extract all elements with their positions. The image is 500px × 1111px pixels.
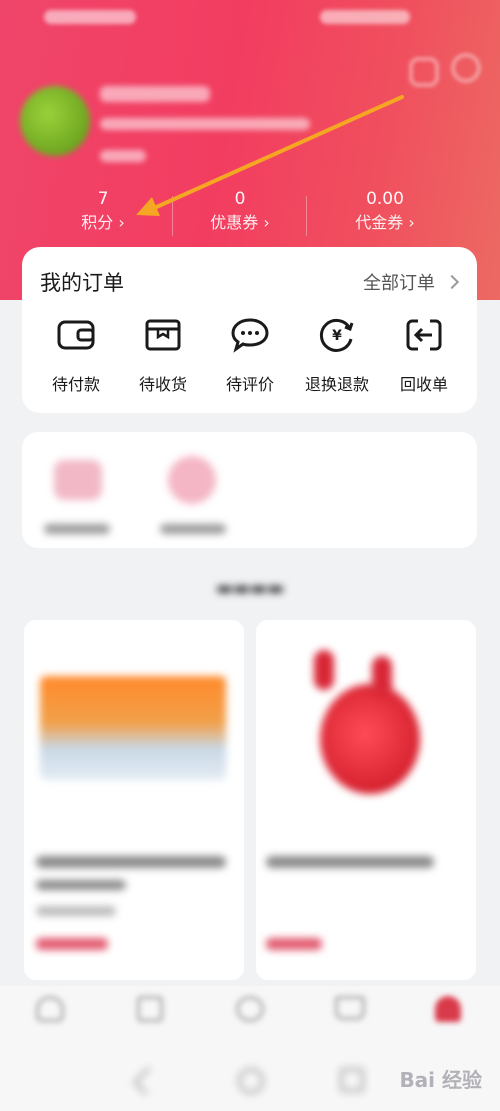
service-label-2-blurred	[160, 524, 226, 534]
recycle-icon	[406, 319, 442, 351]
order-pending-payment[interactable]: 待付款	[31, 317, 121, 397]
service-icon-1[interactable]	[54, 460, 102, 500]
product-card[interactable]	[256, 620, 476, 980]
nav-category[interactable]	[120, 996, 180, 1046]
chevron-right-icon	[444, 274, 460, 290]
product-card[interactable]	[24, 620, 244, 980]
watermark: Bai 经验	[399, 1068, 482, 1092]
nav-discover[interactable]	[220, 996, 280, 1046]
all-orders-label: 全部订单	[363, 273, 435, 294]
orders-title: 我的订单	[40, 271, 124, 295]
order-refund-label: 退换退款	[304, 375, 369, 394]
product-image-detail-blurred	[372, 656, 392, 696]
discover-icon	[236, 996, 264, 1022]
home-icon	[36, 996, 64, 1022]
product-price-blurred	[36, 938, 108, 950]
product-desc-blurred	[36, 906, 116, 916]
order-pending-review-label: 待评价	[225, 375, 274, 394]
product-image-blurred	[320, 684, 420, 794]
product-image-detail-blurred	[314, 650, 334, 690]
category-icon	[137, 996, 163, 1022]
package-icon	[145, 319, 181, 351]
nav-cart[interactable]	[320, 996, 380, 1046]
home-circle-icon[interactable]	[238, 1068, 264, 1094]
product-subtitle-blurred	[36, 880, 126, 890]
bottom-nav	[0, 986, 500, 1056]
order-pending-receipt-label: 待收货	[138, 375, 187, 394]
order-pending-review[interactable]: 待评价	[205, 317, 295, 397]
recents-icon[interactable]	[340, 1068, 364, 1092]
nav-me[interactable]	[418, 996, 478, 1046]
cart-icon	[335, 996, 365, 1020]
product-image-blurred	[40, 676, 226, 780]
recommendation-title-blurred: ▬▬▬▬	[215, 578, 285, 599]
order-refund[interactable]: ¥ 退换退款	[292, 317, 382, 397]
orders-card: 我的订单 全部订单 待付款 待收货 待评价 ¥ 退换退款 回收单	[22, 247, 477, 413]
product-price-blurred	[266, 938, 322, 950]
back-icon[interactable]	[132, 1066, 162, 1096]
wallet-icon	[57, 320, 95, 350]
refund-icon: ¥	[319, 318, 354, 352]
chat-bubble-icon	[231, 318, 269, 353]
svg-text:¥: ¥	[332, 328, 342, 344]
service-label-1-blurred	[44, 524, 110, 534]
order-recycle-label: 回收单	[399, 375, 448, 394]
services-card	[22, 432, 477, 548]
nav-home[interactable]	[20, 996, 80, 1046]
all-orders-link[interactable]: 全部订单	[363, 269, 460, 295]
order-recycle[interactable]: 回收单	[379, 317, 469, 397]
profile-icon	[435, 996, 461, 1022]
service-icon-2[interactable]	[168, 456, 216, 504]
order-pending-receipt[interactable]: 待收货	[118, 317, 208, 397]
product-title-blurred	[266, 856, 434, 868]
order-pending-payment-label: 待付款	[51, 375, 100, 394]
product-title-blurred	[36, 856, 226, 868]
